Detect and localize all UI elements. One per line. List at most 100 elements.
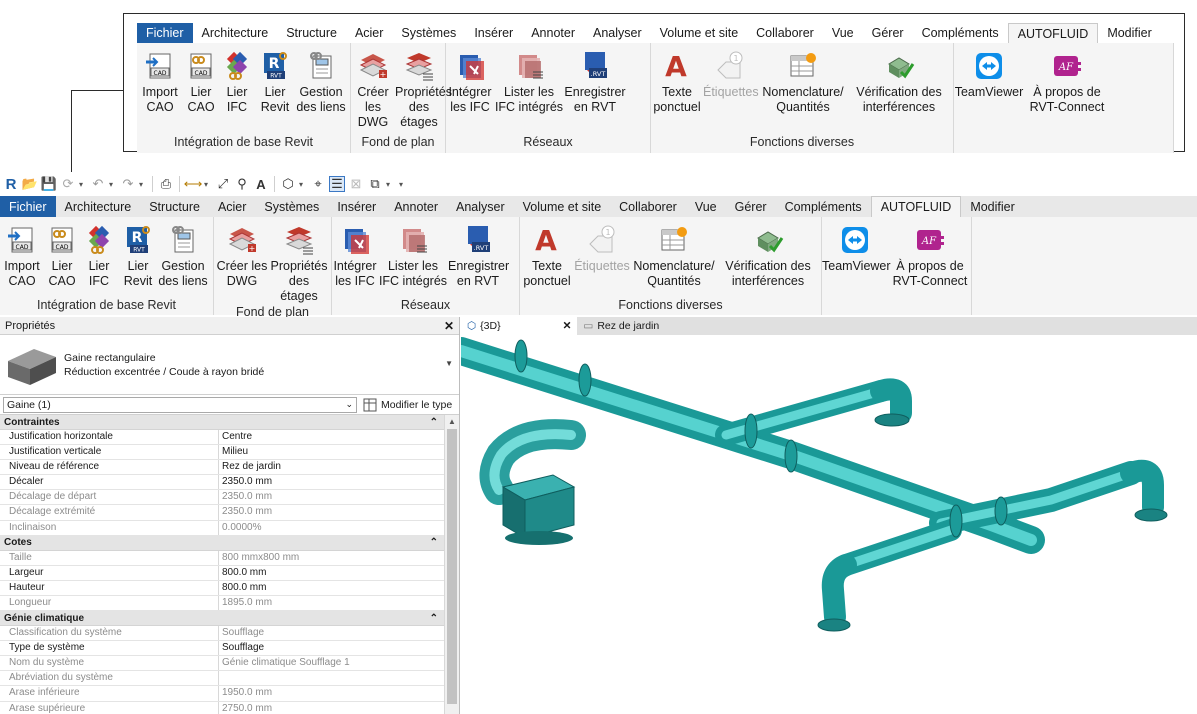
- chevron-down-icon[interactable]: ▾: [109, 180, 117, 189]
- property-value[interactable]: 800.0 mm: [219, 580, 444, 595]
- schedule-button[interactable]: Nomenclature/ Quantités: [630, 217, 718, 289]
- tab-analyser[interactable]: Analyser: [447, 196, 514, 217]
- measure-icon[interactable]: ⟷: [184, 176, 203, 192]
- tab-vue[interactable]: Vue: [823, 23, 863, 43]
- tag-icon[interactable]: ⚲: [234, 176, 250, 192]
- tab-acier[interactable]: Acier: [209, 196, 255, 217]
- teamviewer-button[interactable]: TeamViewer: [954, 43, 1024, 100]
- chevron-down-icon[interactable]: ▾: [139, 180, 147, 189]
- property-value[interactable]: Rez de jardin: [219, 460, 444, 475]
- tab-analyser[interactable]: Analyser: [584, 23, 651, 43]
- tab-architecture[interactable]: Architecture: [56, 196, 141, 217]
- tab-annoter[interactable]: Annoter: [522, 23, 584, 43]
- text-icon[interactable]: A: [253, 176, 269, 192]
- level-properties-button[interactable]: Propriétés des étages: [395, 43, 452, 130]
- text-button[interactable]: A Texte ponctuel: [520, 217, 574, 289]
- tab-ins-rer[interactable]: Insérer: [328, 196, 385, 217]
- chevron-down-icon[interactable]: ▾: [386, 180, 394, 189]
- tab-autofluid[interactable]: AUTOFLUID: [1007, 23, 1099, 43]
- tab-volume-et-site[interactable]: Volume et site: [514, 196, 611, 217]
- chevron-down-icon[interactable]: ▾: [79, 180, 87, 189]
- save-rvt-button[interactable]: .RVT Enregistrer en RVT: [564, 43, 626, 115]
- property-value[interactable]: Milieu: [219, 445, 444, 460]
- link-cad-button[interactable]: CAD Lier CAO: [44, 217, 80, 289]
- 3d-viewport[interactable]: [461, 335, 1197, 714]
- close-hidden-windows-icon[interactable]: ⊠: [348, 176, 364, 192]
- property-group-header[interactable]: Génie climatique ⌃: [0, 611, 444, 627]
- chevron-down-icon[interactable]: ▾: [204, 180, 212, 189]
- aligned-dimension-icon[interactable]: ⤢: [215, 176, 231, 192]
- save-icon[interactable]: 💾: [41, 176, 57, 192]
- manage-links-button[interactable]: Gestion des liens: [295, 43, 347, 115]
- tab-collaborer[interactable]: Collaborer: [747, 23, 823, 43]
- tab-architecture[interactable]: Architecture: [193, 23, 278, 43]
- tag-button[interactable]: 1 Étiquettes: [574, 217, 630, 274]
- property-value[interactable]: 800.0 mm: [219, 565, 444, 580]
- tab-fichier[interactable]: Fichier: [137, 23, 193, 43]
- tab-volume-et-site[interactable]: Volume et site: [651, 23, 748, 43]
- property-value[interactable]: Soufflage: [219, 641, 444, 656]
- save-rvt-button[interactable]: .RVT Enregistrer en RVT: [448, 217, 509, 289]
- tab-collaborer[interactable]: Collaborer: [610, 196, 686, 217]
- tab-ins-rer[interactable]: Insérer: [465, 23, 522, 43]
- chevron-down-icon[interactable]: ▾: [299, 180, 307, 189]
- list-ifc-button[interactable]: Lister les IFC intégrés: [494, 43, 564, 115]
- list-ifc-button[interactable]: Lister les IFC intégrés: [378, 217, 448, 289]
- link-revit-button[interactable]: R RVT Lier Revit: [118, 217, 158, 289]
- level-properties-button[interactable]: Propriétés des étages: [270, 217, 328, 304]
- interference-check-button[interactable]: Vérification des interférences: [718, 217, 818, 289]
- tab-g-rer[interactable]: Gérer: [863, 23, 913, 43]
- create-dwg-button[interactable]: + Créer les DWG: [214, 217, 270, 289]
- open-icon[interactable]: 📂: [22, 176, 38, 192]
- tab-compl-ments[interactable]: Compléments: [776, 196, 871, 217]
- integrate-ifc-button[interactable]: Intégrer les IFC: [332, 217, 378, 289]
- view-tab-3d[interactable]: ⬡ {3D} ✕: [461, 317, 578, 335]
- tab-compl-ments[interactable]: Compléments: [913, 23, 1008, 43]
- tab-annoter[interactable]: Annoter: [385, 196, 447, 217]
- close-icon[interactable]: ✕: [563, 320, 572, 332]
- scroll-up-icon[interactable]: ▲: [445, 415, 459, 429]
- type-selector[interactable]: Gaine rectangulaire Réduction excentrée …: [0, 335, 459, 395]
- link-ifc-button[interactable]: Lier IFC: [219, 43, 255, 115]
- tab-autofluid[interactable]: AUTOFLUID: [870, 196, 962, 217]
- revit-logo-icon[interactable]: R: [3, 176, 19, 193]
- text-button[interactable]: A Texte ponctuel: [651, 43, 703, 115]
- section-icon[interactable]: ⌖: [310, 176, 326, 192]
- switch-windows-icon[interactable]: ⧉: [367, 176, 383, 192]
- import-cad-button[interactable]: CAD Import CAO: [0, 217, 44, 289]
- integrate-ifc-button[interactable]: Intégrer les IFC: [446, 43, 494, 115]
- properties-scrollbar[interactable]: ▲: [444, 415, 459, 714]
- interference-check-button[interactable]: Vérification des interférences: [849, 43, 949, 115]
- sync-icon[interactable]: ⟳: [60, 176, 76, 192]
- tab-syst-mes[interactable]: Systèmes: [392, 23, 465, 43]
- teamviewer-button[interactable]: TeamViewer: [822, 217, 891, 274]
- tab-structure[interactable]: Structure: [140, 196, 209, 217]
- default-3d-view-icon[interactable]: ⬡: [280, 176, 296, 192]
- schedule-button[interactable]: Nomenclature/ Quantités: [757, 43, 849, 115]
- about-button[interactable]: AF À propos de RVT-Connect: [1024, 43, 1110, 115]
- property-value[interactable]: Centre: [219, 430, 444, 445]
- create-dwg-button[interactable]: + Créer les DWG: [351, 43, 395, 130]
- tag-button[interactable]: 1 Étiquettes: [703, 43, 759, 100]
- tab-g-rer[interactable]: Gérer: [726, 196, 776, 217]
- collapse-icon[interactable]: ⌃: [430, 613, 438, 624]
- tab-modifier[interactable]: Modifier: [961, 196, 1023, 217]
- collapse-icon[interactable]: ⌃: [430, 537, 438, 548]
- property-group-header[interactable]: Contraintes ⌃: [0, 415, 444, 430]
- tab-modifier[interactable]: Modifier: [1098, 23, 1160, 43]
- instance-filter-dropdown[interactable]: Gaine (1) ⌄: [3, 396, 357, 413]
- scrollbar-thumb[interactable]: [447, 429, 457, 704]
- link-cad-button[interactable]: CAD Lier CAO: [183, 43, 219, 115]
- tab-acier[interactable]: Acier: [346, 23, 392, 43]
- chevron-down-icon[interactable]: ▼: [445, 359, 453, 368]
- property-value[interactable]: 2350.0 mm: [219, 475, 444, 490]
- close-icon[interactable]: ✕: [444, 319, 454, 333]
- property-group-header[interactable]: Cotes ⌃: [0, 535, 444, 551]
- thin-lines-icon[interactable]: ☰: [329, 176, 345, 192]
- edit-type-button[interactable]: Modifier le type: [363, 398, 452, 412]
- print-icon[interactable]: ⎙: [158, 176, 174, 192]
- about-button[interactable]: AF À propos de RVT-Connect: [888, 217, 972, 289]
- tab-vue[interactable]: Vue: [686, 196, 726, 217]
- link-revit-button[interactable]: R RVT Lier Revit: [255, 43, 295, 115]
- tab-fichier[interactable]: Fichier: [0, 196, 56, 217]
